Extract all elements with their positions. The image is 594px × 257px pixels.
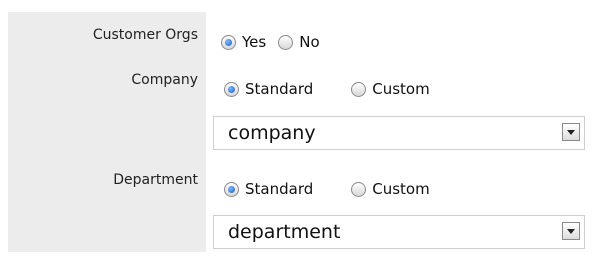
label-column xyxy=(8,12,206,252)
company-standard-radio[interactable] xyxy=(224,81,239,97)
company-select[interactable]: company xyxy=(213,116,585,150)
customer-orgs-no-label[interactable]: No xyxy=(299,33,319,51)
customer-orgs-radio-group: Yes No xyxy=(221,33,332,51)
company-custom-label[interactable]: Custom xyxy=(372,80,429,98)
department-select[interactable]: department xyxy=(213,215,585,249)
company-standard-label[interactable]: Standard xyxy=(245,80,313,98)
customer-orgs-yes-radio[interactable] xyxy=(221,34,236,50)
department-custom-radio[interactable] xyxy=(351,181,367,197)
department-label: Department xyxy=(113,172,198,188)
company-radio-group: Standard Custom xyxy=(224,80,442,98)
department-custom-label[interactable]: Custom xyxy=(372,180,429,198)
department-standard-radio[interactable] xyxy=(224,181,239,197)
customer-orgs-yes-label[interactable]: Yes xyxy=(242,33,266,51)
customer-orgs-no-radio[interactable] xyxy=(278,34,294,50)
customer-orgs-label: Customer Orgs xyxy=(92,27,198,43)
company-label: Company xyxy=(131,72,198,88)
department-radio-group: Standard Custom xyxy=(224,180,442,198)
chevron-down-icon[interactable] xyxy=(562,222,580,240)
chevron-down-icon[interactable] xyxy=(562,123,580,141)
department-standard-label[interactable]: Standard xyxy=(245,180,313,198)
department-select-value: department xyxy=(228,221,341,243)
company-custom-radio[interactable] xyxy=(351,81,367,97)
company-select-value: company xyxy=(228,122,316,144)
